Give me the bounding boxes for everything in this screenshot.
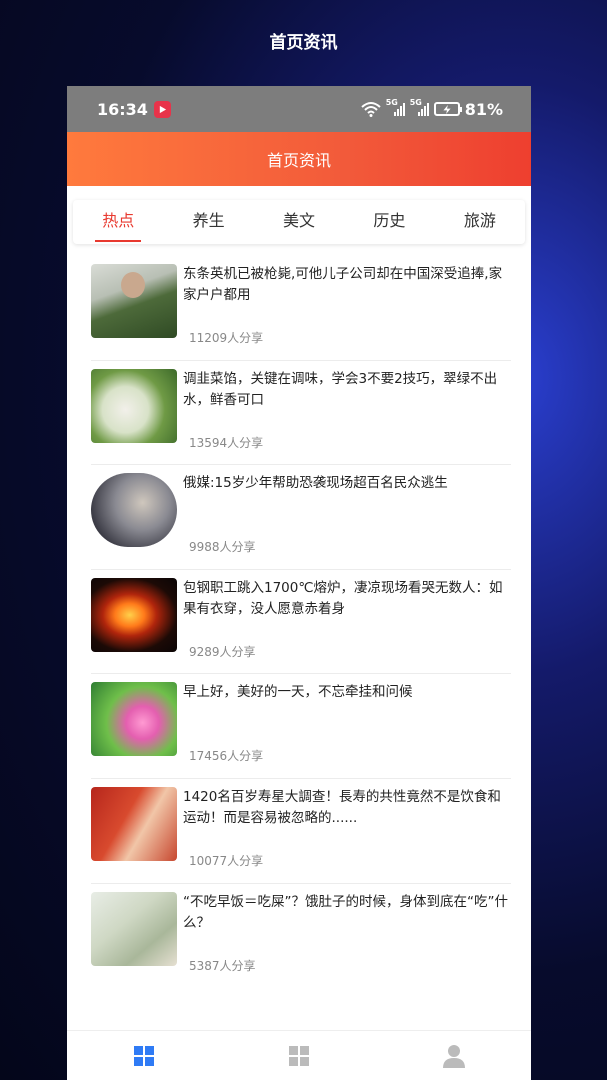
share-count: 9289人分享	[189, 644, 256, 659]
article-title: “不吃早饭＝吃屎”？饿肚子的时候，身体到底在“吃”什么？	[183, 893, 508, 931]
article-item[interactable]: 东条英机已被枪毙,可他儿子公司却在中国深受追捧,家家户户都用 11209人分享	[91, 256, 511, 361]
article-thumbnail	[91, 682, 177, 757]
article-title: 东条英机已被枪毙,可他儿子公司却在中国深受追捧,家家户户都用	[183, 266, 503, 303]
header-title: 首页资讯	[266, 151, 331, 170]
article-title: 1420名百岁寿星大調查！長寿的共性竟然不是饮食和运动！而是容易被忽略的....…	[183, 788, 501, 826]
bottom-nav	[67, 1030, 531, 1080]
article-thumbnail	[91, 577, 177, 652]
tab-health[interactable]: 养生	[163, 200, 253, 244]
article-title: 俄媒:15岁少年帮助恐袭现场超百名民众逃生	[183, 475, 448, 492]
windows-icon	[289, 1045, 309, 1066]
outer-title: 首页资讯	[269, 33, 338, 53]
share-count: 11209人分享	[189, 331, 264, 345]
nav-category-button[interactable]	[222, 1031, 377, 1080]
tab-travel[interactable]: 旅游	[435, 200, 525, 244]
article-thumbnail	[91, 473, 177, 548]
article-item[interactable]: 1420名百岁寿星大調查！長寿的共性竟然不是饮食和运动！而是容易被忽略的....…	[91, 779, 511, 884]
article-item[interactable]: 调韭菜馅，关键在调味，学会3不要2技巧，翠绿不出水，鲜香可口 13594人分享	[91, 361, 511, 466]
nav-home-button[interactable]	[67, 1031, 222, 1080]
article-item[interactable]: “不吃早饭＝吃屎”？饿肚子的时候，身体到底在“吃”什么？ 5387人分享	[91, 884, 511, 989]
category-tabs: 热点 养生 美文 历史 旅游	[73, 200, 525, 244]
tab-history[interactable]: 历史	[344, 200, 434, 244]
article-item[interactable]: 俄媒:15岁少年帮助恐袭现场超百名民众逃生 9988人分享	[91, 465, 511, 570]
article-list: 东条英机已被枪毙,可他儿子公司却在中国深受追捧,家家户户都用 11209人分享 …	[67, 256, 531, 988]
tab-essay[interactable]: 美文	[254, 200, 344, 244]
article-title: 调韭菜馅，关键在调味，学会3不要2技巧，翠绿不出水，鲜香可口	[183, 370, 498, 408]
tab-hot[interactable]: 热点	[73, 200, 163, 244]
signal-icon: 5G	[386, 98, 405, 116]
article-item[interactable]: 包钢职工跳入1700℃熔炉，凄凉现场看哭无数人：如果有衣穿，没人愿意赤着身 92…	[91, 570, 511, 675]
article-thumbnail	[91, 891, 177, 966]
signal-icon: 5G	[410, 98, 429, 116]
windows-icon	[134, 1045, 155, 1066]
app-header: 首页资讯	[67, 132, 531, 186]
article-thumbnail	[91, 264, 177, 338]
article-thumbnail	[91, 786, 177, 861]
nav-profile-button[interactable]	[376, 1031, 531, 1080]
battery-percent: 81%	[464, 99, 503, 119]
share-count: 5387人分享	[189, 958, 256, 973]
article-thumbnail	[91, 368, 177, 443]
share-count: 9988人分享	[189, 540, 256, 555]
article-title: 包钢职工跳入1700℃熔炉，凄凉现场看哭无数人：如果有衣穿，没人愿意赤着身	[183, 579, 503, 617]
share-count: 17456人分享	[189, 749, 264, 764]
user-icon	[442, 1044, 465, 1068]
share-count: 13594人分享	[189, 435, 264, 450]
article-item[interactable]: 早上好，美好的一天，不忘牵挂和问候 17456人分享	[91, 674, 511, 779]
video-app-icon	[153, 100, 171, 118]
battery-icon	[433, 102, 462, 116]
share-count: 10077人分享	[189, 853, 264, 868]
article-title: 早上好，美好的一天，不忘牵挂和问候	[183, 684, 413, 701]
wifi-icon	[361, 102, 381, 117]
status-time: 16:34	[97, 99, 148, 119]
status-bar: 16:34 5G 5G 81%	[67, 86, 531, 132]
phone-screen: 16:34 5G 5G 81% 首页资讯 热点 养生 美文 历史 旅游 东条英机…	[67, 86, 531, 1080]
